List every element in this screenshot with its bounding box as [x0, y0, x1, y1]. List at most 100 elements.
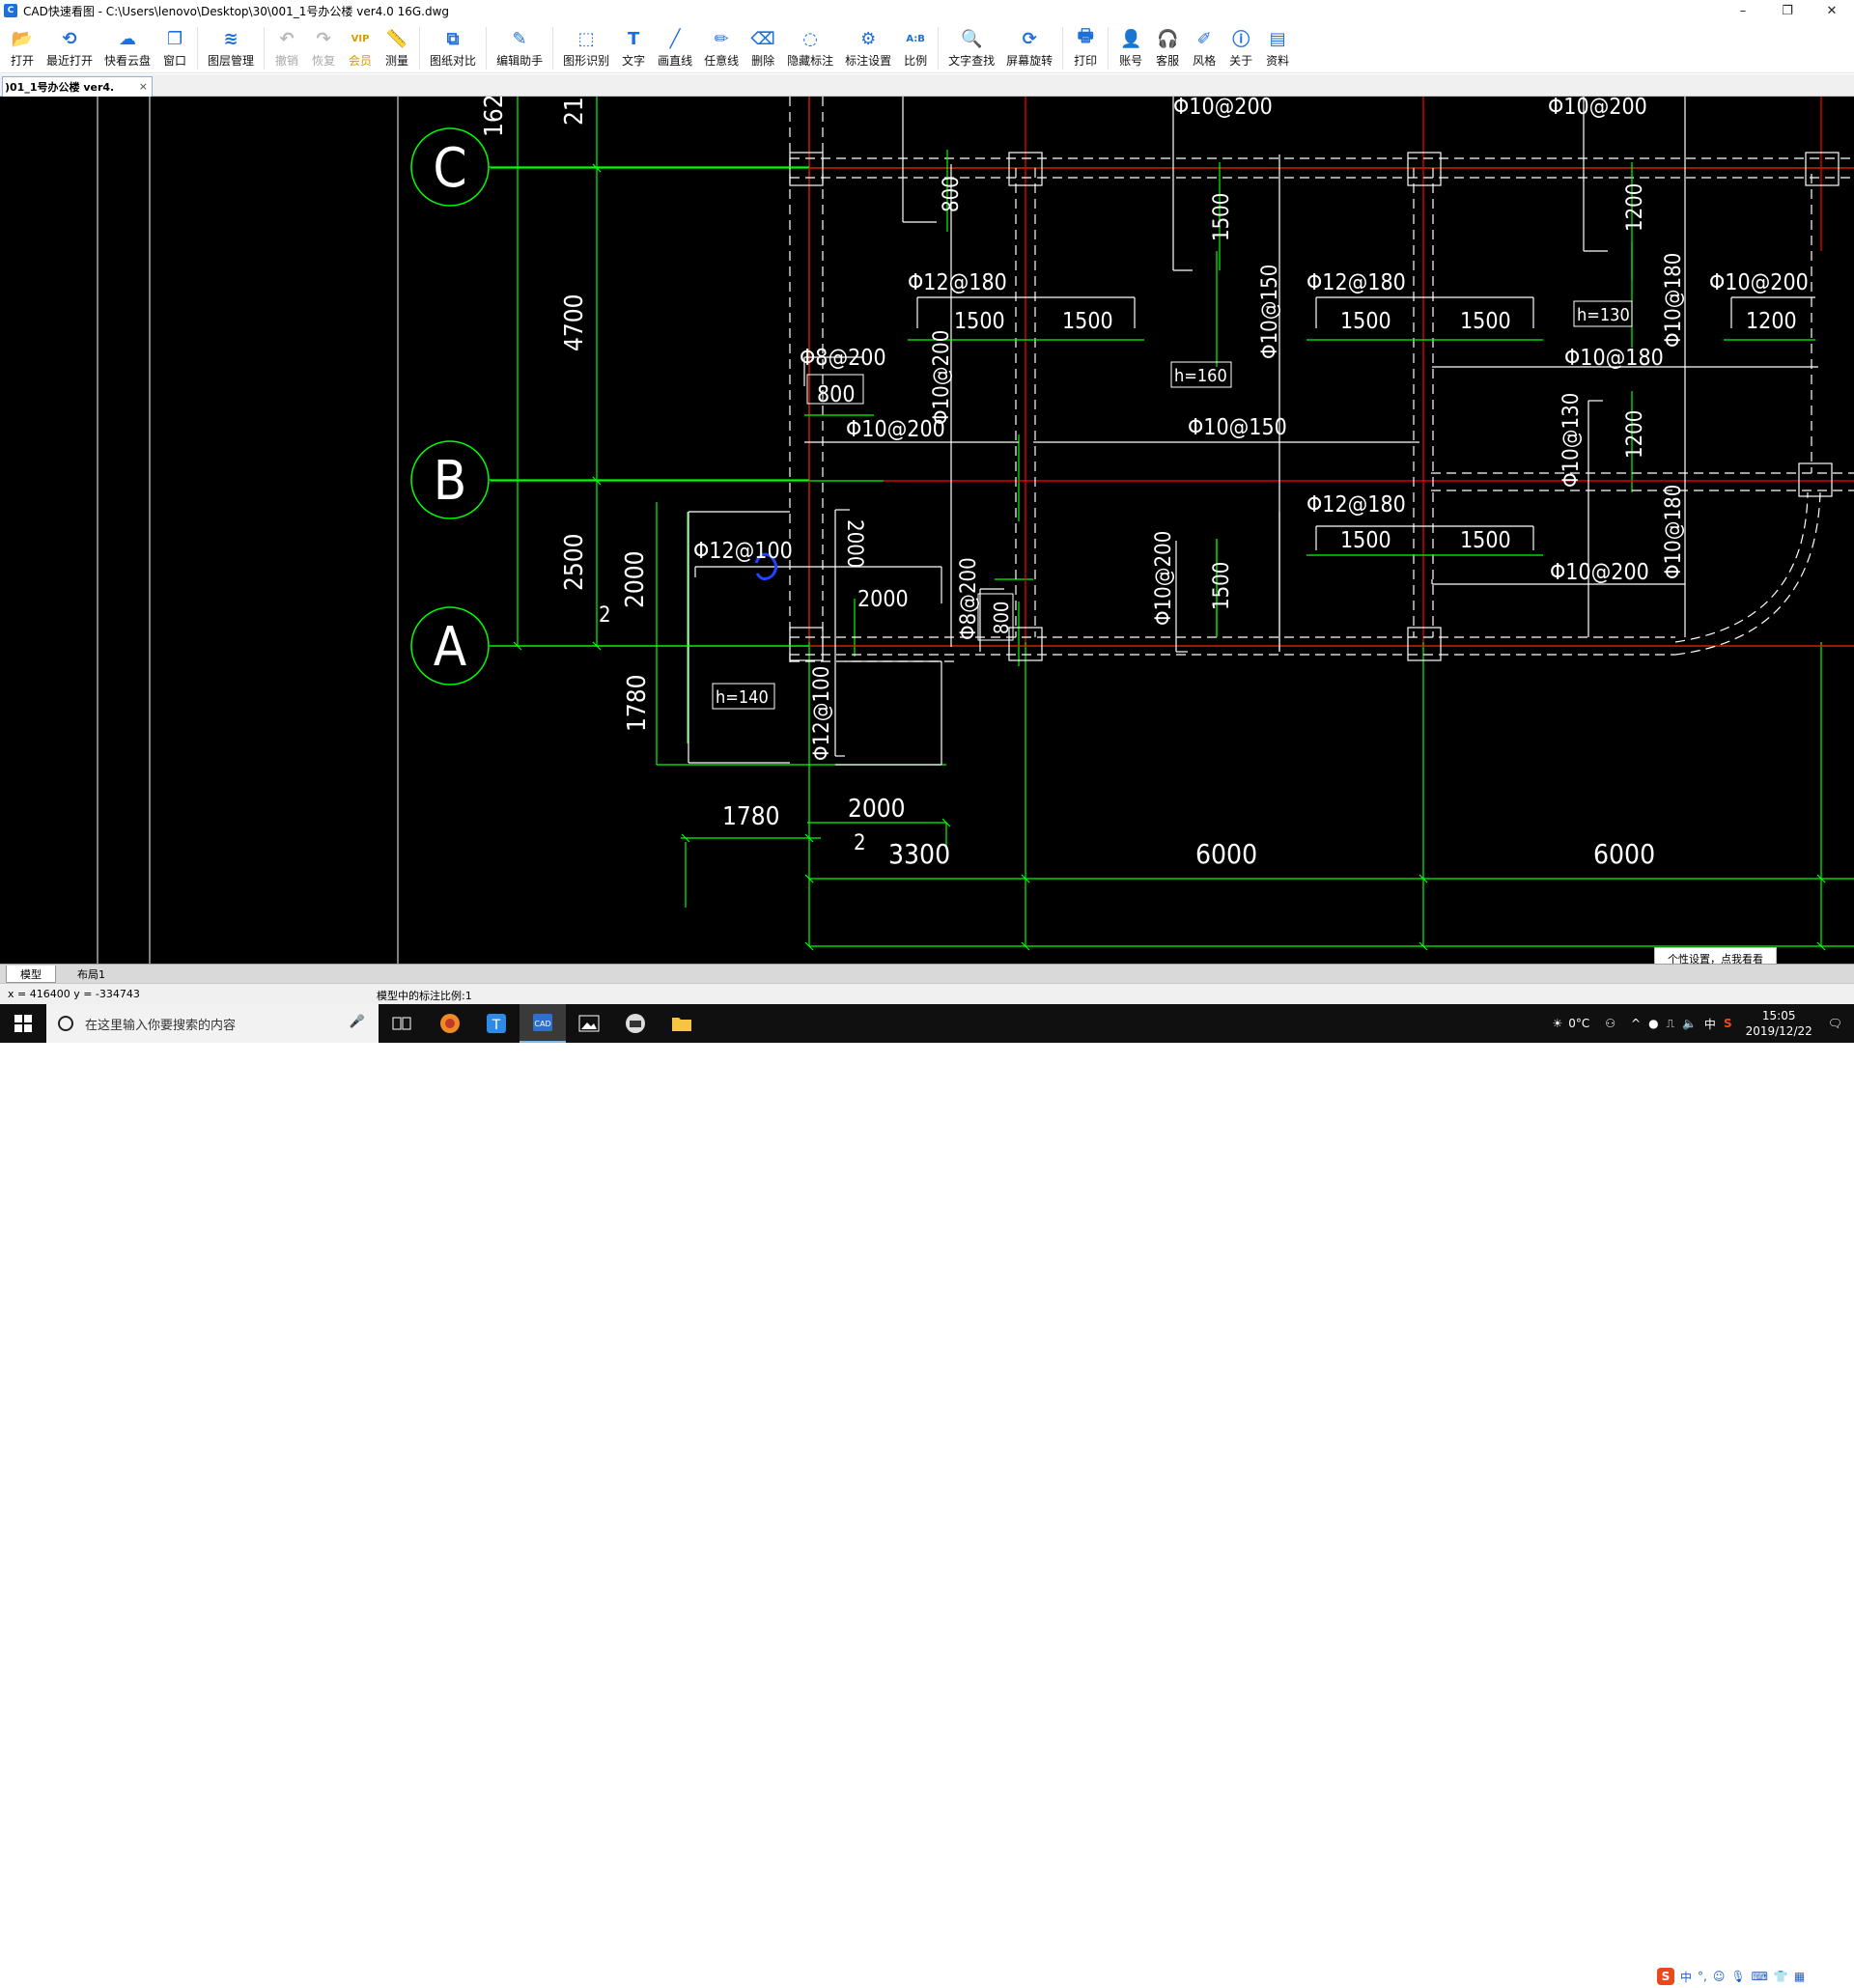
- style-icon: ✐: [1196, 28, 1212, 49]
- anno-1500-e: 1500: [1340, 528, 1391, 553]
- toolbar-assistant-button[interactable]: ✎ 编辑助手: [491, 21, 548, 73]
- taskbar-app-remote[interactable]: [612, 1004, 659, 1043]
- toolbar-print-button[interactable]: 🖶 打印: [1067, 21, 1104, 73]
- tab-model[interactable]: 模型: [6, 966, 56, 983]
- eraser-icon: ⌫: [750, 28, 775, 49]
- toolbox-icon[interactable]: ▦: [1794, 1970, 1805, 1983]
- toolbar-cloud-button[interactable]: ☁ 快看云盘: [98, 21, 156, 73]
- anno-phi10-200-h2: Φ10@200: [1550, 560, 1649, 585]
- anno-1200-v: 1200: [1623, 183, 1647, 232]
- toolbar-text-button[interactable]: T 文字: [615, 21, 652, 73]
- toolbar-open-button[interactable]: 📂 打开: [4, 21, 41, 73]
- network-icon[interactable]: ⎍: [1667, 1017, 1674, 1031]
- toolbar-rotate-button[interactable]: ⟳ 屏幕旋转: [1000, 21, 1058, 73]
- toolbar-about-button[interactable]: ⓘ 关于: [1222, 21, 1259, 73]
- document-tab[interactable]: )01_1号办公楼 ver4. ×: [2, 76, 153, 97]
- folder-icon: [672, 1018, 691, 1031]
- toolbar-textsearch-button[interactable]: 🔍 文字查找: [942, 21, 1000, 73]
- anno-top-phi10-200: Φ10@200: [1173, 97, 1273, 120]
- task-view-button[interactable]: [379, 1004, 425, 1043]
- volume-icon[interactable]: 🔈: [1682, 1017, 1697, 1030]
- close-button[interactable]: ✕: [1810, 0, 1854, 21]
- taskbar-search[interactable]: 在这里输入你要搜索的内容 🎤: [46, 1004, 379, 1043]
- toolbar-layers-button[interactable]: ≋ 图层管理: [202, 21, 260, 73]
- toolbar-scale-button[interactable]: A:B 比例: [897, 21, 934, 73]
- anno-phi12-100-v: Φ12@100: [810, 666, 834, 761]
- sogou-tray-icon[interactable]: S: [1724, 1017, 1732, 1030]
- toolbar-docs-button[interactable]: ▤ 资料: [1259, 21, 1296, 73]
- anno-phi12-180-b: Φ12@180: [1306, 270, 1406, 295]
- recognize-icon: ⬚: [577, 28, 595, 49]
- minimize-button[interactable]: –: [1721, 0, 1765, 21]
- emoji-icon[interactable]: ☺: [1713, 1970, 1726, 1983]
- close-tab-icon[interactable]: ×: [139, 80, 148, 93]
- text-search-icon: 🔍: [960, 28, 983, 49]
- weather-icon[interactable]: ☀: [1552, 1017, 1562, 1030]
- toolbar-compare-button[interactable]: ⧉ 图纸对比: [424, 21, 482, 73]
- tab-layout1[interactable]: 布局1: [64, 966, 119, 983]
- keyboard-icon[interactable]: ⌨: [1752, 1970, 1768, 1983]
- text-app-icon: T: [487, 1014, 506, 1033]
- anno-1500-b: 1500: [1062, 309, 1113, 334]
- taskbar-app-text[interactable]: T: [473, 1004, 520, 1043]
- toolbar-measure-button[interactable]: 📏 测量: [379, 21, 415, 73]
- toolbar-label: 图形识别: [563, 54, 610, 68]
- headset-icon: 🎧: [1156, 28, 1179, 49]
- toolbar-account-button[interactable]: 👤 账号: [1112, 21, 1149, 73]
- printer-icon: 🖶: [1077, 26, 1094, 46]
- scale-icon: A:B: [906, 33, 925, 44]
- toolbar-delete-button[interactable]: ⌫ 删除: [744, 21, 781, 73]
- restore-button[interactable]: ❐: [1765, 0, 1810, 21]
- toolbar-window-button[interactable]: ❐ 窗口: [156, 21, 193, 73]
- toolbar-separator: [264, 27, 266, 70]
- toolbar-freeline-button[interactable]: ✏ 任意线: [698, 21, 744, 73]
- weather-temp[interactable]: 0°C: [1568, 1017, 1589, 1030]
- cloud-icon: ☁: [119, 28, 137, 49]
- window-title: CAD快速看图 - C:\Users\lenovo\Desktop\30\001…: [23, 4, 449, 18]
- toolbar-vip-button[interactable]: VIP 会员: [342, 21, 379, 73]
- clock[interactable]: 15:05 2019/12/22: [1746, 1008, 1812, 1039]
- toolbar-recognize-button[interactable]: ⬚ 图形识别: [557, 21, 615, 73]
- toolbar-recent-button[interactable]: ⟲ 最近打开: [41, 21, 98, 73]
- drawing-canvas[interactable]: C B A Φ10@200 Φ10@200 1620 2100 4700 250…: [0, 97, 1854, 964]
- voice-icon[interactable]: 🎙: [1730, 1970, 1745, 1983]
- ime-punct-toggle[interactable]: °,: [1698, 1970, 1707, 1983]
- anno-phi10-150-v: Φ10@150: [1258, 265, 1282, 359]
- ime-toolbar[interactable]: S 中 °, ☺ 🎙 ⌨ 👕 ▦: [1653, 1965, 1854, 1988]
- toolbar-label: 屏幕旋转: [1006, 54, 1053, 68]
- toolbar-label: 最近打开: [46, 54, 94, 68]
- start-button[interactable]: [0, 1004, 46, 1043]
- ruler-icon: 📏: [385, 28, 408, 49]
- anno-phi10-180-h: Φ10@180: [1564, 346, 1664, 371]
- tray-chevron-icon[interactable]: ^: [1631, 1017, 1641, 1030]
- people-icon[interactable]: ⚇: [1605, 1017, 1615, 1030]
- anno-2: 2: [599, 603, 611, 628]
- taskbar-app-explorer[interactable]: [659, 1004, 705, 1043]
- sogou-ime-icon[interactable]: S: [1657, 1968, 1674, 1985]
- line-icon: ╱: [669, 28, 681, 49]
- anno-6000-b: 6000: [1593, 838, 1655, 870]
- toolbar-separator: [486, 27, 488, 70]
- toolbar-style-button[interactable]: ✐ 风格: [1186, 21, 1222, 73]
- taskbar-app-photos[interactable]: [566, 1004, 612, 1043]
- toolbar-separator: [552, 27, 554, 70]
- anno-2000-v: 2000: [621, 550, 650, 608]
- toolbar-hide-button[interactable]: ◌ 隐藏标注: [781, 21, 839, 73]
- toolbar-line-button[interactable]: ╱ 画直线: [652, 21, 698, 73]
- toolbar-label: 风格: [1193, 54, 1217, 68]
- microphone-icon[interactable]: 🎤: [350, 1015, 365, 1029]
- anno-h130: h=130: [1577, 305, 1630, 325]
- anno-2000-h: 2000: [857, 587, 909, 612]
- info-icon: ⓘ: [1232, 30, 1250, 50]
- skin-icon[interactable]: 👕: [1774, 1970, 1788, 1983]
- taskbar-app-browser[interactable]: [427, 1004, 473, 1043]
- notification-icon[interactable]: 🗨: [1828, 1017, 1842, 1030]
- tray-app-icon[interactable]: ●: [1648, 1017, 1658, 1030]
- toolbar-redo-button: ↷ 恢复: [305, 21, 342, 73]
- text-icon: T: [627, 28, 640, 49]
- toolbar-service-button[interactable]: 🎧 客服: [1149, 21, 1186, 73]
- toolbar-annotset-button[interactable]: ⚙ 标注设置: [839, 21, 897, 73]
- tray-ime-lang[interactable]: 中: [1704, 1016, 1716, 1032]
- ime-lang-toggle[interactable]: 中: [1680, 1969, 1692, 1985]
- taskbar-app-cad[interactable]: CAD: [520, 1004, 566, 1043]
